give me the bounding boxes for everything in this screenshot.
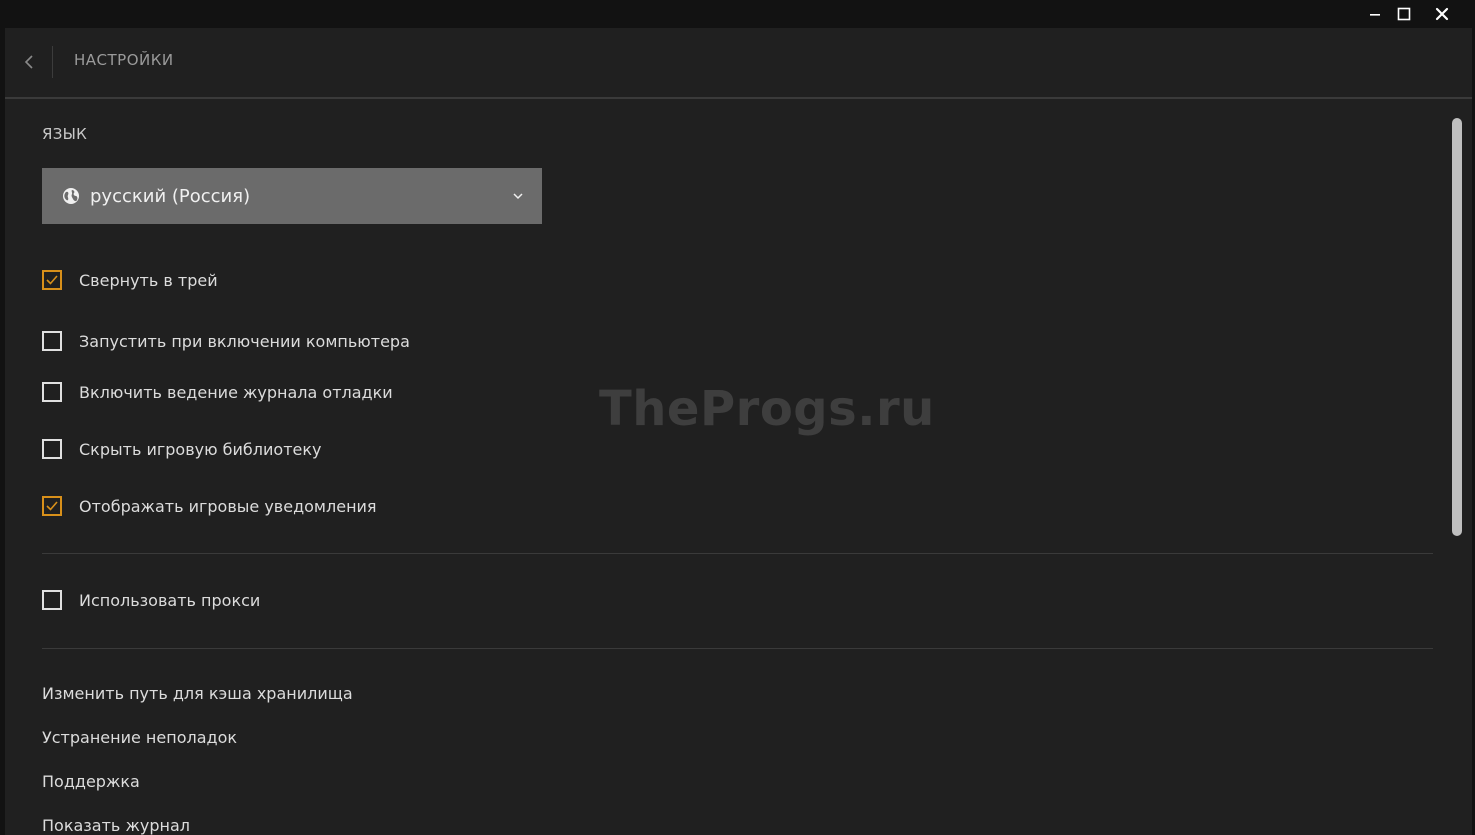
checkbox-row-use-proxy[interactable]: Использовать прокси [42,588,260,612]
link-support[interactable]: Поддержка [42,772,140,791]
chevron-left-icon[interactable] [15,48,43,76]
globe-icon [62,187,80,205]
checkbox-use-proxy[interactable] [42,590,62,610]
language-section-label: ЯЗЫК [42,125,88,143]
chevron-down-icon [510,188,526,204]
language-selected-value: русский (Россия) [90,185,251,207]
checkbox-row-launch-on-startup[interactable]: Запустить при включении компьютера [42,329,410,353]
checkbox-label: Включить ведение журнала отладки [79,382,393,402]
close-icon[interactable] [1424,0,1460,28]
settings-panel: НАСТРОЙКИ ЯЗЫК русский (Россия) Свернуть… [5,28,1472,835]
checkbox-label: Скрыть игровую библиотеку [79,439,322,459]
checkbox-row-debug-logging[interactable]: Включить ведение журнала отладки [42,380,393,404]
section-divider [42,648,1433,649]
page-title: НАСТРОЙКИ [74,51,174,69]
link-show-log[interactable]: Показать журнал [42,816,190,835]
link-troubleshooting[interactable]: Устранение неполадок [42,728,237,747]
maximize-icon[interactable] [1386,0,1422,28]
checkbox-label: Использовать прокси [79,590,261,610]
checkbox-label: Запустить при включении компьютера [79,331,410,351]
checkbox-row-hide-library[interactable]: Скрыть игровую библиотеку [42,437,322,461]
checkbox-hide-library[interactable] [42,439,62,459]
app-window: НАСТРОЙКИ ЯЗЫК русский (Россия) Свернуть… [0,0,1475,835]
scrollbar-thumb[interactable] [1452,118,1462,536]
header-divider [52,46,53,78]
checkbox-game-notifications[interactable] [42,496,62,516]
checkbox-debug-logging[interactable] [42,382,62,402]
checkbox-minimize-to-tray[interactable] [42,270,62,290]
settings-header: НАСТРОЙКИ [5,28,1472,99]
section-divider [42,553,1433,554]
link-change-cache-path[interactable]: Изменить путь для кэша хранилища [42,684,353,703]
language-select[interactable]: русский (Россия) [42,168,542,224]
checkbox-label: Отображать игровые уведомления [79,496,377,516]
checkbox-row-minimize-to-tray[interactable]: Свернуть в трей [42,268,218,292]
checkbox-label: Свернуть в трей [79,270,218,290]
checkbox-row-game-notifications[interactable]: Отображать игровые уведомления [42,494,377,518]
title-bar [0,0,1475,28]
checkbox-launch-on-startup[interactable] [42,331,62,351]
watermark-text: TheProgs.ru [599,381,935,437]
